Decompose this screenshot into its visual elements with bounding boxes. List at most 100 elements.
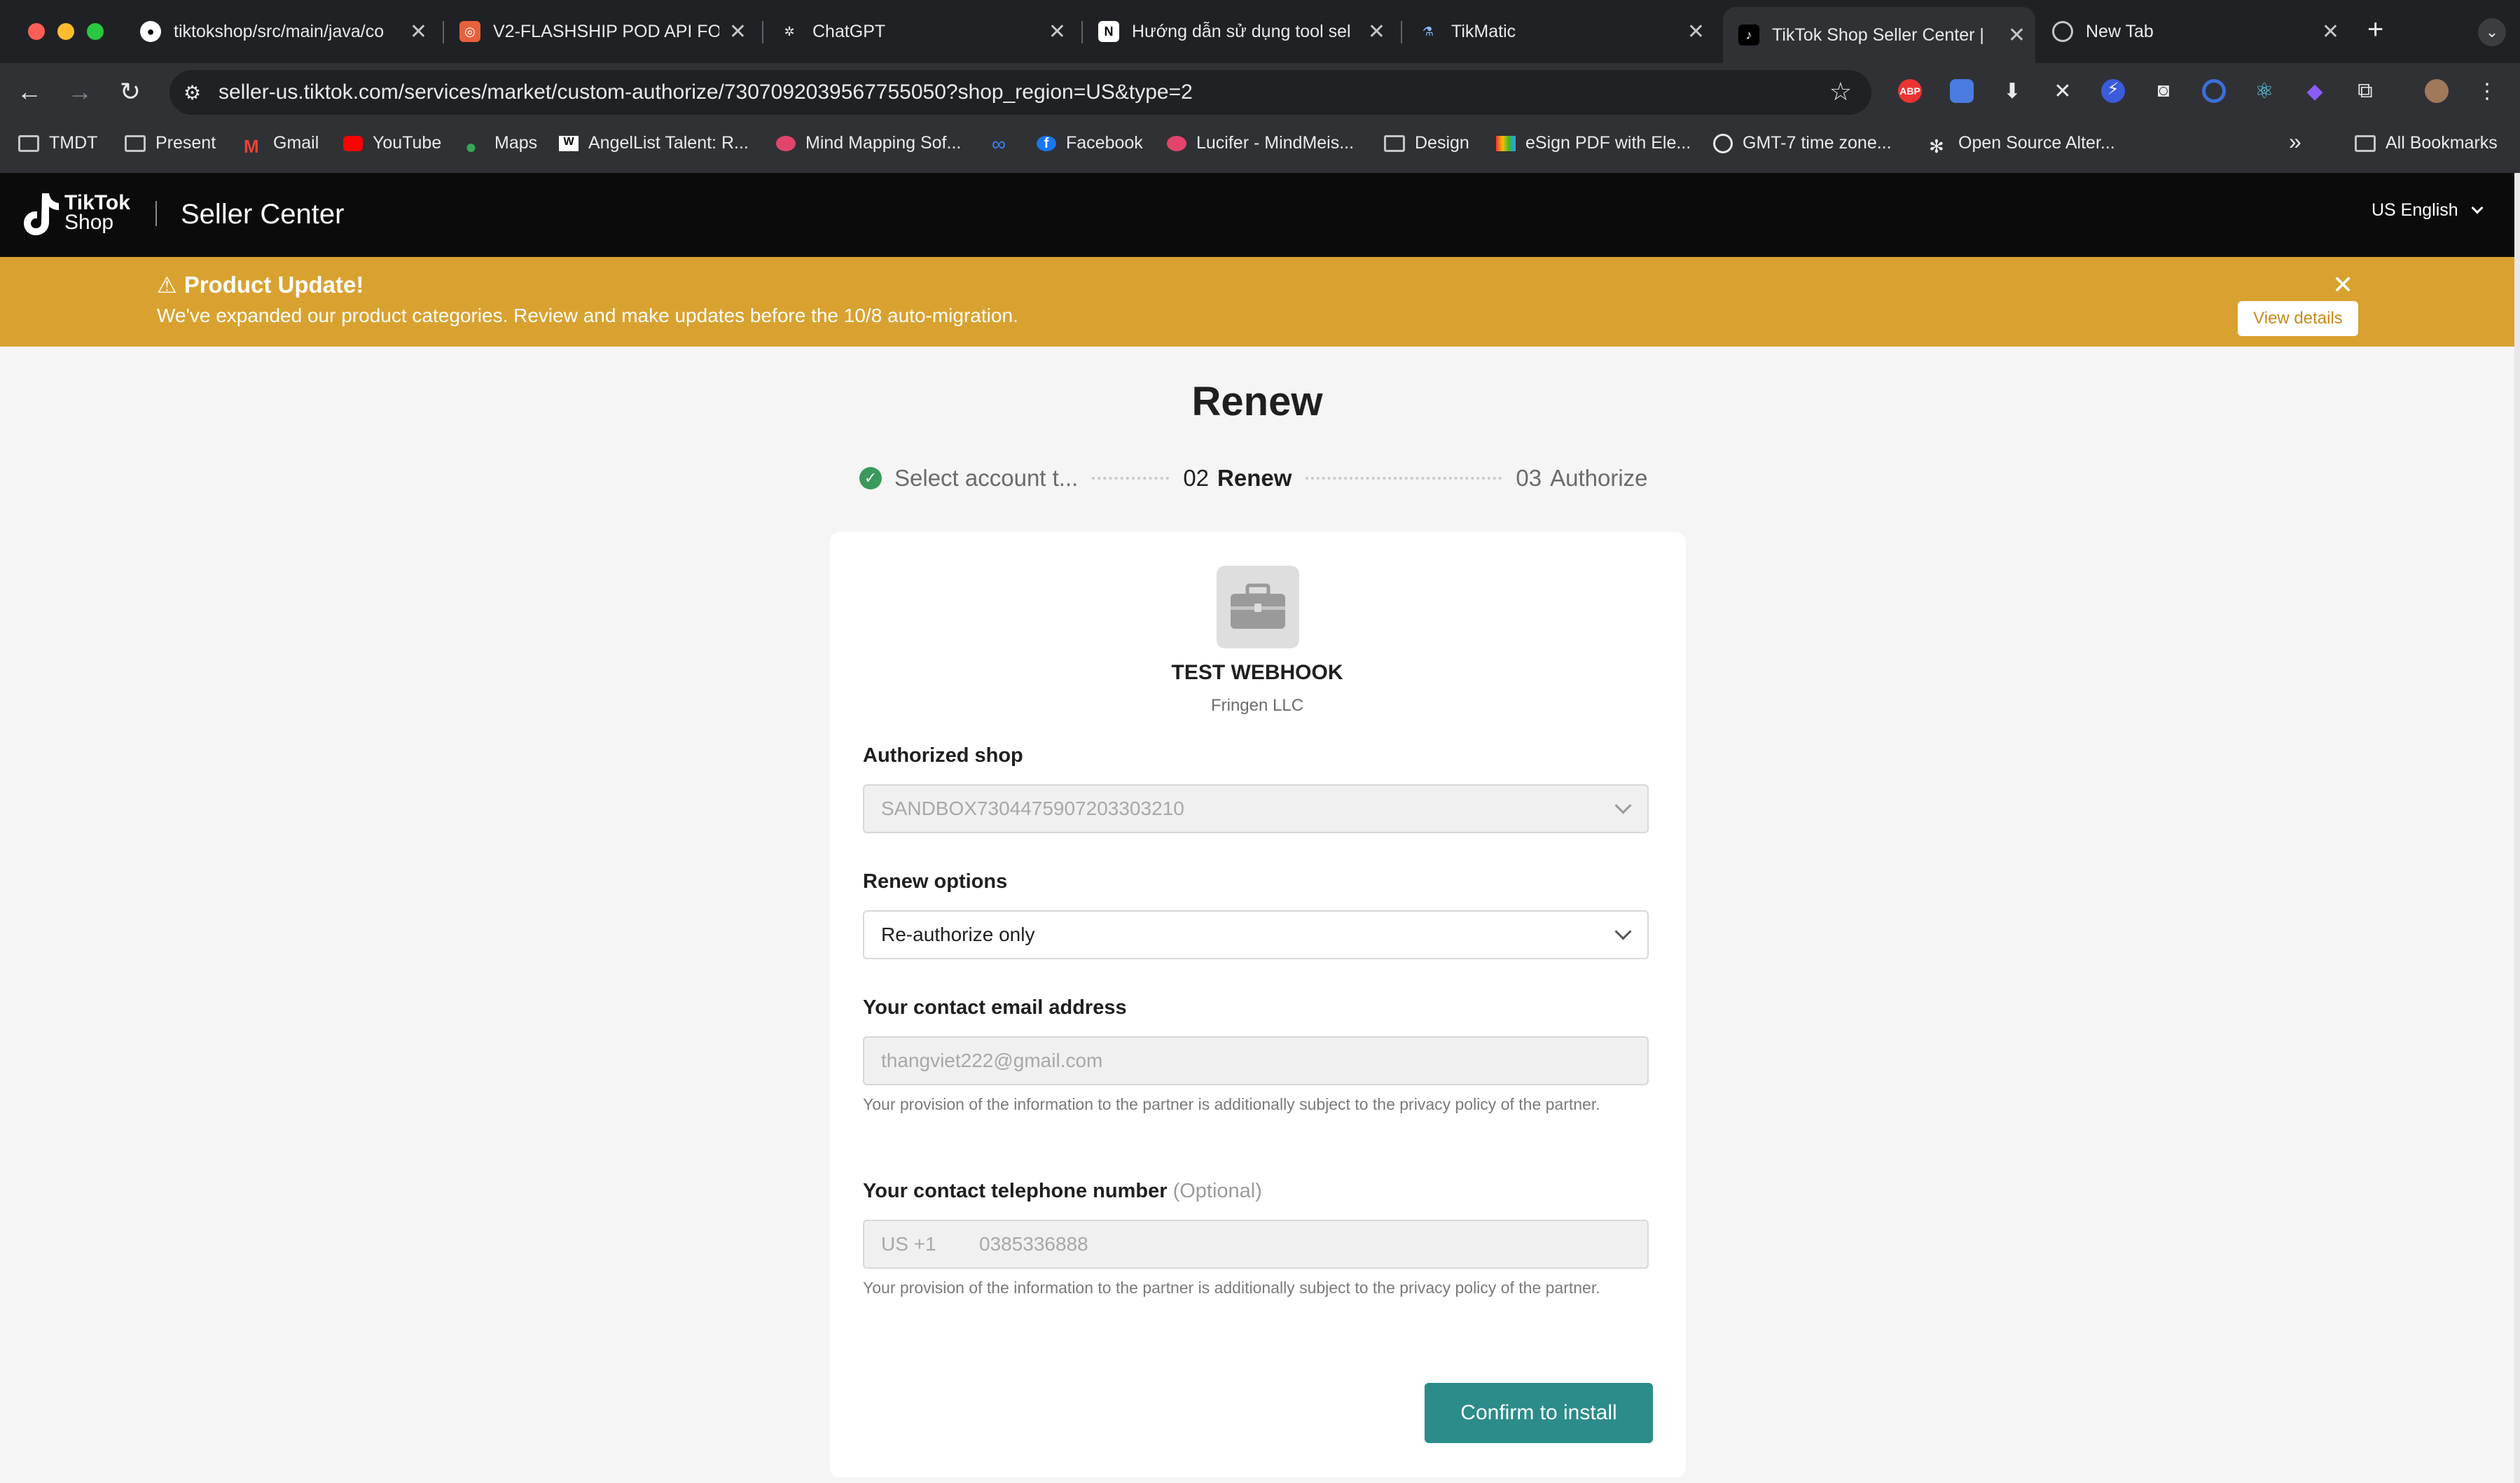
mindmeister-icon: [1167, 135, 1186, 151]
close-tab-icon[interactable]: ✕: [1687, 20, 1705, 44]
tab-tiktok-seller-center[interactable]: ♪ TikTok Shop Seller Center | ✕: [1723, 7, 2035, 63]
more-bookmarks-icon[interactable]: »: [2289, 129, 2301, 155]
product-update-banner: [0, 257, 2514, 347]
folder-icon: [18, 134, 39, 152]
bookmark-youtube[interactable]: YouTube: [343, 133, 441, 153]
github-icon: ●: [140, 21, 161, 42]
tiktok-logo-icon[interactable]: [21, 189, 62, 238]
authorized-shop-select[interactable]: SANDBOX7304475907203303210: [863, 784, 1649, 833]
tiktok-shop-logo[interactable]: TikTok Shop: [64, 191, 130, 233]
new-tab-button[interactable]: +: [2367, 14, 2383, 46]
bookmark-tmdt[interactable]: TMDT: [18, 133, 97, 153]
country-code[interactable]: US +1: [881, 1233, 979, 1255]
bookmark-label: Maps: [494, 133, 538, 153]
close-tab-icon[interactable]: ✕: [2322, 20, 2339, 44]
facebook-icon: f: [1037, 135, 1056, 151]
tab-divider: [1401, 21, 1402, 43]
chevron-down-icon: [1614, 923, 1632, 940]
bookmark-label: Gmail: [273, 133, 319, 153]
bookmark-angellist[interactable]: W AngelList Talent: R...: [559, 133, 749, 153]
angellist-icon: W: [559, 135, 579, 151]
extensions-puzzle-icon[interactable]: ⧉: [2353, 79, 2377, 103]
logo-divider: [155, 201, 157, 226]
phone-help-text: Your provision of the information to the…: [863, 1279, 1600, 1297]
maximize-window-button[interactable]: [87, 23, 104, 40]
folder-icon: [125, 134, 146, 152]
extension-x-icon[interactable]: ✕: [2051, 79, 2075, 103]
page-scrollbar[interactable]: [2514, 173, 2520, 1483]
reload-icon[interactable]: ↻: [115, 77, 146, 106]
tab-chatgpt[interactable]: ✲ ChatGPT ✕: [779, 8, 1066, 55]
language-selector[interactable]: US English: [2372, 200, 2484, 221]
bookmark-lucifer[interactable]: Lucifer - MindMeis...: [1167, 133, 1354, 153]
url-text: seller-us.tiktok.com/services/market/cus…: [219, 81, 1193, 104]
shop-avatar: [1217, 566, 1299, 648]
folder-icon: [1384, 134, 1405, 152]
bookmark-esign[interactable]: eSign PDF with Ele...: [1496, 133, 1691, 153]
address-bar[interactable]: ⚙ seller-us.tiktok.com/services/market/c…: [169, 70, 1871, 115]
bookmark-label: Design: [1415, 133, 1469, 153]
translate-icon[interactable]: [1950, 79, 1974, 103]
optional-tag: (Optional): [1172, 1180, 1262, 1202]
bookmark-gmt[interactable]: GMT-7 time zone...: [1713, 133, 1892, 153]
bookmark-meta[interactable]: ∞: [992, 133, 1021, 155]
step-connector: [1092, 477, 1170, 480]
adblock-icon[interactable]: ABP: [1898, 79, 1922, 103]
logo-line-1: TikTok: [64, 191, 130, 214]
tab-search-icon[interactable]: ⌄: [2478, 18, 2506, 46]
minimize-window-button[interactable]: [57, 23, 74, 40]
authorized-shop-label: Authorized shop: [863, 744, 1023, 767]
view-details-button[interactable]: View details: [2238, 301, 2358, 336]
bookmark-design[interactable]: Design: [1384, 133, 1469, 153]
close-tab-icon[interactable]: ✕: [1368, 20, 1385, 44]
tab-title: TikTok Shop Seller Center |: [1772, 25, 1984, 45]
site-info-icon[interactable]: ⚙: [184, 81, 201, 104]
close-window-button[interactable]: [28, 23, 45, 40]
chatgpt-icon: ✲: [784, 24, 795, 39]
download-icon[interactable]: ⬇: [2000, 79, 2024, 103]
react-devtools-icon[interactable]: ⚛: [2252, 79, 2276, 103]
phone-label: Your contact telephone number (Optional): [863, 1180, 1262, 1203]
close-icon[interactable]: ✕: [2332, 270, 2353, 300]
close-tab-icon[interactable]: ✕: [410, 20, 427, 44]
bookmark-star-icon[interactable]: ☆: [1829, 77, 1852, 106]
extension-ring-icon[interactable]: [2202, 79, 2226, 103]
briefcase-icon: [1231, 583, 1285, 629]
notion-icon: N: [1098, 21, 1119, 42]
close-tab-icon[interactable]: ✕: [729, 20, 747, 44]
renew-options-value: Re-authorize only: [881, 924, 1035, 945]
phone-field[interactable]: US +1 0385336888: [863, 1220, 1649, 1269]
clock-icon: [1713, 133, 1733, 153]
confirm-install-button[interactable]: Confirm to install: [1425, 1383, 1653, 1443]
tab-github[interactable]: ● tiktokshop/src/main/java/co ✕: [140, 8, 427, 55]
check-circle-icon: ✓: [859, 467, 882, 489]
tab-new-tab[interactable]: New Tab ✕: [2052, 8, 2339, 55]
tab-tikmatic[interactable]: ⚗ TikMatic ✕: [1418, 8, 1705, 55]
close-tab-icon[interactable]: ✕: [1048, 20, 1066, 44]
extension-bolt-icon[interactable]: ⚡: [2101, 79, 2125, 103]
renew-options-select[interactable]: Re-authorize only: [863, 910, 1649, 959]
email-field[interactable]: thangviet222@gmail.com: [863, 1036, 1649, 1085]
bookmark-present[interactable]: Present: [125, 133, 216, 153]
bookmark-label: All Bookmarks: [2386, 133, 2498, 153]
bookmark-maps[interactable]: ● Maps: [465, 133, 538, 158]
bookmark-gmail[interactable]: M Gmail: [244, 133, 319, 157]
flashship-icon: ◎: [459, 21, 480, 42]
bookmark-label: Facebook: [1066, 133, 1143, 153]
tab-flashship[interactable]: ◎ V2-FLASHSHIP POD API FO ✕: [459, 8, 747, 55]
tab-notion[interactable]: N Hướng dẫn sử dụng tool sel ✕: [1098, 8, 1385, 55]
tab-title: Hướng dẫn sử dụng tool sel: [1132, 21, 1351, 41]
browser-menu-icon[interactable]: ⋮: [2475, 79, 2499, 103]
forward-icon[interactable]: →: [64, 77, 95, 106]
profile-avatar[interactable]: [2425, 79, 2449, 103]
close-tab-icon[interactable]: ✕: [2008, 23, 2026, 48]
bookmark-facebook[interactable]: f Facebook: [1037, 133, 1143, 153]
step-3-label: Authorize: [1550, 465, 1648, 491]
all-bookmarks[interactable]: All Bookmarks: [2355, 133, 2498, 153]
bookmark-mind-mapping[interactable]: Mind Mapping Sof...: [776, 133, 961, 153]
camera-icon[interactable]: ◙: [2152, 79, 2175, 103]
extension-purple-icon[interactable]: ◆: [2303, 79, 2327, 103]
back-icon[interactable]: ←: [14, 77, 45, 106]
folder-icon: [2355, 134, 2376, 152]
bookmark-open-source[interactable]: ✻ Open Source Alter...: [1929, 133, 2115, 157]
